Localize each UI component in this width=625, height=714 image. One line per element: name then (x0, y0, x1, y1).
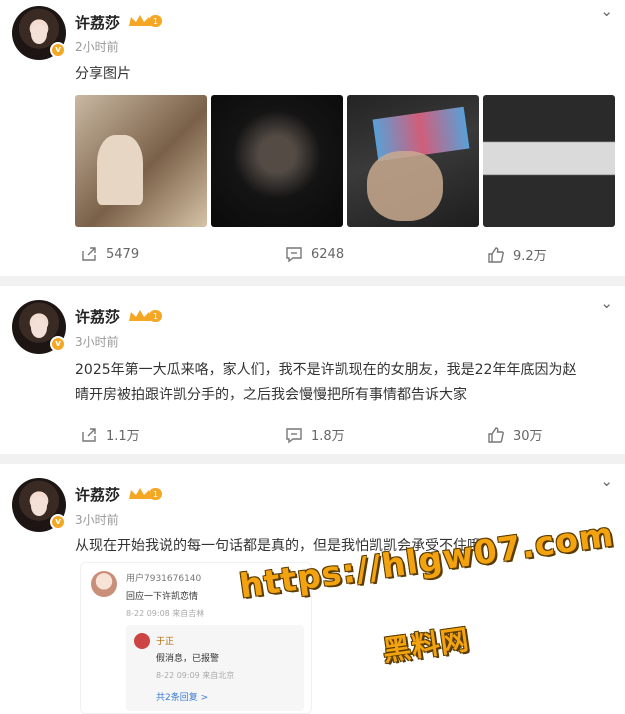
like-count: 30万 (513, 429, 543, 444)
post-time: 3小时前 (75, 513, 119, 527)
post-text-line-2: 晴开房被拍跟许凯分手的，之后我会慢慢把所有事情都告诉大家 (75, 387, 467, 403)
author-name[interactable]: 许荔莎 (75, 306, 120, 327)
like-icon (488, 426, 504, 443)
verified-badge-icon: v (50, 514, 66, 530)
weibo-post-1: v 许荔莎 1 2小时前 ⌄ 分享图片 5479 6248 9.2万 (0, 0, 625, 276)
chevron-down-icon[interactable]: ⌄ (600, 294, 613, 312)
post-text-line-1: 2025年第一大瓜来咯，家人们，我不是许凯现在的女朋友，我是22年年底因为赵 (75, 362, 577, 378)
comment-button[interactable]: 1.8万 (285, 425, 345, 444)
post-text: 分享图片 (75, 66, 131, 82)
post-image-2[interactable] (211, 95, 343, 227)
comment-meta: 8-22 09:08 来自吉林 (126, 609, 205, 618)
post-image-1[interactable] (75, 95, 207, 227)
share-button[interactable]: 5479 (80, 245, 139, 263)
comment-count: 1.8万 (311, 429, 345, 444)
post-time: 3小时前 (75, 335, 119, 349)
verified-badge-icon: v (50, 336, 66, 352)
reply-username: 于正 (156, 637, 175, 647)
action-bar: 1.1万 1.8万 30万 (0, 425, 625, 447)
crown-badge-icon: 1 (129, 310, 162, 322)
avatar (134, 633, 150, 649)
like-icon (488, 246, 504, 263)
author-name[interactable]: 许荔莎 (75, 484, 120, 505)
reply-meta: 8-22 09:09 来自北京 (156, 671, 235, 680)
comment-username: 用户7931676140 (126, 574, 202, 584)
crown-badge-icon: 1 (129, 488, 162, 500)
post-text: 2025年第一大瓜来咯，家人们，我不是许凯现在的女朋友，我是22年年底因为赵 晴… (75, 358, 615, 408)
reply-box: 于正 假消息，已报警 8-22 09:09 来自北京 共2条回复 > (126, 625, 304, 711)
avatar (91, 571, 117, 597)
author-name[interactable]: 许荔莎 (75, 12, 120, 33)
post-time: 2小时前 (75, 40, 119, 54)
comment-count: 6248 (311, 246, 345, 262)
svg-text:1: 1 (153, 312, 158, 321)
svg-text:1: 1 (153, 490, 158, 499)
post-image-4[interactable] (483, 95, 615, 227)
share-count: 1.1万 (106, 429, 140, 444)
comment-message: 回应一下许凯恋情 (126, 592, 199, 602)
share-icon (82, 247, 96, 261)
comment-icon (286, 427, 302, 443)
crown-badge-icon: 1 (129, 15, 162, 27)
chevron-down-icon[interactable]: ⌄ (600, 2, 613, 20)
svg-text:1: 1 (153, 17, 158, 26)
like-button[interactable]: 30万 (487, 425, 543, 444)
post-image-3[interactable] (347, 95, 479, 227)
reply-message: 假消息，已报警 (156, 654, 220, 664)
more-replies-link: 共2条回复 > (156, 693, 209, 703)
share-count: 5479 (106, 246, 140, 262)
comment-icon (286, 247, 302, 263)
like-button[interactable]: 9.2万 (487, 245, 547, 264)
action-bar: 5479 6248 9.2万 (0, 245, 625, 267)
verified-badge-icon: v (50, 42, 66, 58)
share-button[interactable]: 1.1万 (80, 425, 140, 444)
share-icon (82, 427, 96, 442)
chevron-down-icon[interactable]: ⌄ (600, 472, 613, 490)
like-count: 9.2万 (513, 249, 547, 264)
comment-button[interactable]: 6248 (285, 245, 344, 263)
